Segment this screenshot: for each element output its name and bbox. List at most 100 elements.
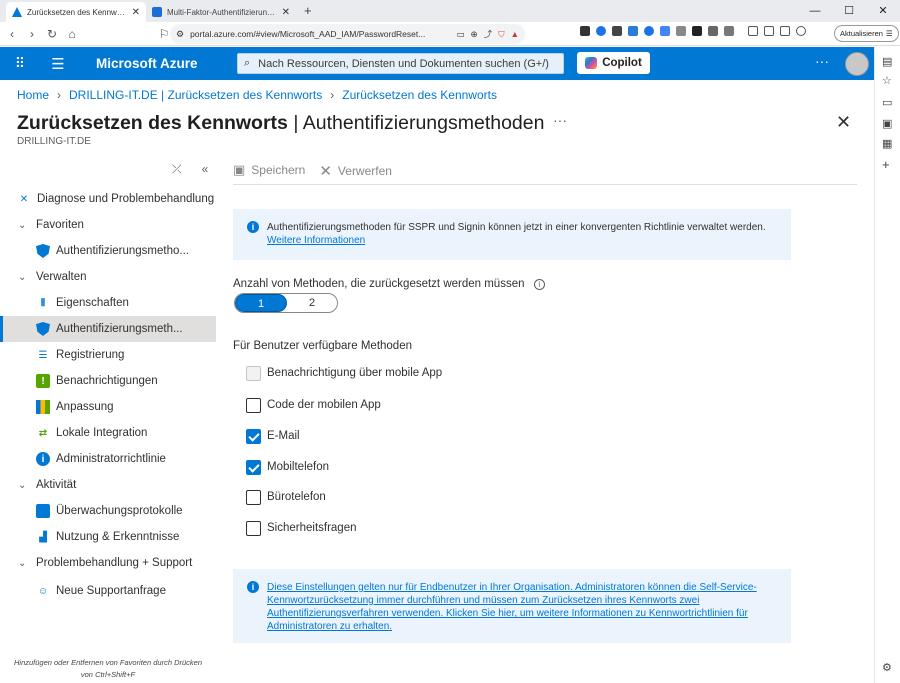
nav-label: Benachrichtigungen [56, 375, 158, 387]
hamburger-menu-icon[interactable]: ☰ [40, 55, 76, 73]
back-icon[interactable]: ‹ [4, 27, 20, 41]
close-blade-icon[interactable]: ✕ [836, 112, 851, 133]
nav-item-diagnose[interactable]: ✕ Diagnose und Problembehandlung [0, 186, 216, 212]
nav-item-ueberwachungsprotokolle[interactable]: Überwachungsprotokolle [0, 498, 216, 524]
reading-icon[interactable]: ▤ [882, 55, 892, 68]
global-search-input[interactable]: ⌕ Nach Ressourcen, Diensten und Dokument… [237, 53, 564, 74]
share-icon[interactable]: ⤴ [484, 28, 493, 40]
extension-icon[interactable] [692, 26, 702, 36]
support-icon: ☺ [37, 585, 49, 597]
close-tab-icon[interactable]: ✕ [282, 7, 290, 18]
extension-icon[interactable] [724, 26, 734, 36]
copilot-button[interactable]: Copilot [577, 52, 650, 74]
update-button[interactable]: Aktualisieren ☰ [834, 25, 899, 42]
chart-icon: ▟ [39, 531, 47, 543]
admin-policy-link[interactable]: Diese Einstellungen gelten nur für Endbe… [267, 582, 757, 632]
search-placeholder: Nach Ressourcen, Diensten und Dokumenten… [258, 57, 549, 70]
page-title-main: Zurücksetzen des Kennworts [17, 112, 288, 134]
extension-icon[interactable] [796, 26, 806, 36]
discard-button[interactable]: ✕ Verwerfen [319, 162, 392, 180]
extension-icon[interactable] [764, 26, 774, 36]
nav-item-benachrichtigungen[interactable]: ! Benachrichtigungen [0, 368, 216, 394]
nav-item-auth-methods[interactable]: Authentifizierungsmeth... [0, 316, 216, 342]
extension-icon[interactable] [580, 26, 590, 36]
app-launcher-icon[interactable]: ⠿ [0, 55, 40, 72]
more-options-icon[interactable]: ··· [815, 53, 829, 69]
method-label: Code der mobilen App [267, 399, 381, 411]
extension-icon[interactable] [628, 26, 638, 36]
nav-group-support[interactable]: ⌄ Problembehandlung + Support [0, 550, 216, 576]
chevron-right-icon: › [330, 88, 335, 102]
warning-icon[interactable]: ▲ [511, 29, 519, 39]
nav-label: Aktivität [36, 479, 77, 491]
browser-tab-active[interactable]: Zurücksetzen des Kennworts - Microsoft A… [6, 2, 146, 22]
wallet-icon[interactable]: ▣ [882, 117, 892, 130]
nav-group-verwalten[interactable]: ⌄ Verwalten [0, 264, 216, 290]
checkbox-mobile-app-code[interactable] [246, 398, 261, 413]
save-icon: ▣ [233, 162, 246, 177]
nav-item-eigenschaften[interactable]: ⫴ Eigenschaften [0, 290, 216, 316]
nav-item-supportanfrage[interactable]: ☺ Neue Supportanfrage [0, 578, 216, 604]
checkbox-office-phone[interactable] [246, 490, 261, 505]
site-info-icon[interactable]: ⚙ [176, 29, 184, 40]
checkbox-mobile-phone[interactable] [246, 460, 261, 475]
checkbox-email[interactable] [246, 429, 261, 444]
close-window-icon[interactable]: ✕ [866, 0, 900, 22]
avatar[interactable] [845, 52, 869, 76]
nav-item-anpassung[interactable]: Anpassung [0, 394, 216, 420]
settings-icon[interactable]: ⚙ [882, 661, 892, 674]
more-options-icon[interactable]: ··· [553, 112, 567, 128]
breadcrumb-tenant[interactable]: DRILLING-IT.DE | Zurücksetzen des Kennwo… [69, 88, 322, 102]
url-field[interactable]: ⚙ portal.azure.com/#view/Microsoft_AAD_I… [170, 24, 525, 44]
checkbox-mobile-app-notification[interactable] [246, 366, 261, 381]
extension-icon[interactable] [676, 26, 686, 36]
nav-item-nutzung[interactable]: ▟ Nutzung & Erkenntnisse [0, 524, 216, 550]
nav-item-favorite-auth-methods[interactable]: Authentifizierungsmetho... [0, 238, 216, 264]
extension-icon[interactable] [644, 26, 654, 36]
cast-icon[interactable]: ▭ [457, 29, 465, 40]
copilot-label: Copilot [602, 57, 642, 69]
extension-icon[interactable] [708, 26, 718, 36]
nav-item-lokale-integration[interactable]: ⇄ Lokale Integration [0, 420, 216, 446]
home-icon[interactable]: ⌂ [64, 27, 80, 41]
tab-title: Zurücksetzen des Kennworts - Microsoft A… [27, 7, 127, 17]
extension-icon[interactable] [596, 26, 606, 36]
forward-icon[interactable]: › [24, 27, 40, 41]
address-bar-row: ‹ › ↻ ⌂ ⚐ ⚙ portal.azure.com/#view/Micro… [0, 22, 900, 46]
extension-icon[interactable] [612, 26, 622, 36]
extension-icon[interactable] [780, 26, 790, 36]
zoom-icon[interactable]: ⊕ [471, 29, 478, 40]
reload-icon[interactable]: ↻ [44, 27, 60, 41]
collapse-nav-icon[interactable]: « [202, 162, 209, 177]
info-icon[interactable]: i [533, 279, 545, 290]
new-tab-button[interactable]: + [296, 2, 320, 22]
discard-icon: ✕ [319, 163, 332, 180]
favorites-icon[interactable]: ☆ [882, 74, 892, 87]
shield-icon[interactable]: ⛉ [498, 29, 504, 40]
brand-name[interactable]: Microsoft Azure [96, 56, 236, 71]
close-tab-icon[interactable]: ✕ [132, 7, 140, 18]
nav-group-aktivitaet[interactable]: ⌄ Aktivität [0, 472, 216, 498]
add-icon[interactable]: + [882, 157, 890, 172]
minimize-icon[interactable]: — [798, 0, 832, 22]
info-icon: i [247, 581, 259, 593]
breadcrumb-home[interactable]: Home [17, 88, 49, 102]
browser-tab[interactable]: Multi-Faktor-Authentifizierung pro Benut… [146, 2, 296, 22]
extension-icon[interactable] [660, 26, 670, 36]
checkbox-security-questions[interactable] [246, 521, 261, 536]
breadcrumb-current[interactable]: Zurücksetzen des Kennworts [342, 88, 497, 102]
more-information-link[interactable]: Weitere Informationen [267, 235, 365, 246]
wrench-icon: ✕ [19, 193, 29, 205]
expand-collapse-icon[interactable]: ⤫ [172, 162, 182, 177]
maximize-icon[interactable]: ☐ [832, 0, 866, 22]
nav-item-administratorrichtlinie[interactable]: i Administratorrichtlinie [0, 446, 216, 472]
save-button[interactable]: ▣ Speichern [233, 162, 305, 178]
media-icon[interactable]: ▭ [882, 96, 892, 109]
nav-item-registrierung[interactable]: ☰ Registrierung [0, 342, 216, 368]
extension-icon[interactable] [748, 26, 758, 36]
nav-group-favoriten[interactable]: ⌄ Favoriten [0, 212, 216, 238]
nav-label: Diagnose und Problembehandlung [37, 193, 215, 205]
methods-count-option-1[interactable]: 1 [235, 294, 287, 312]
methods-count-option-2[interactable]: 2 [287, 294, 337, 312]
collections-icon[interactable]: ▦ [882, 137, 892, 150]
